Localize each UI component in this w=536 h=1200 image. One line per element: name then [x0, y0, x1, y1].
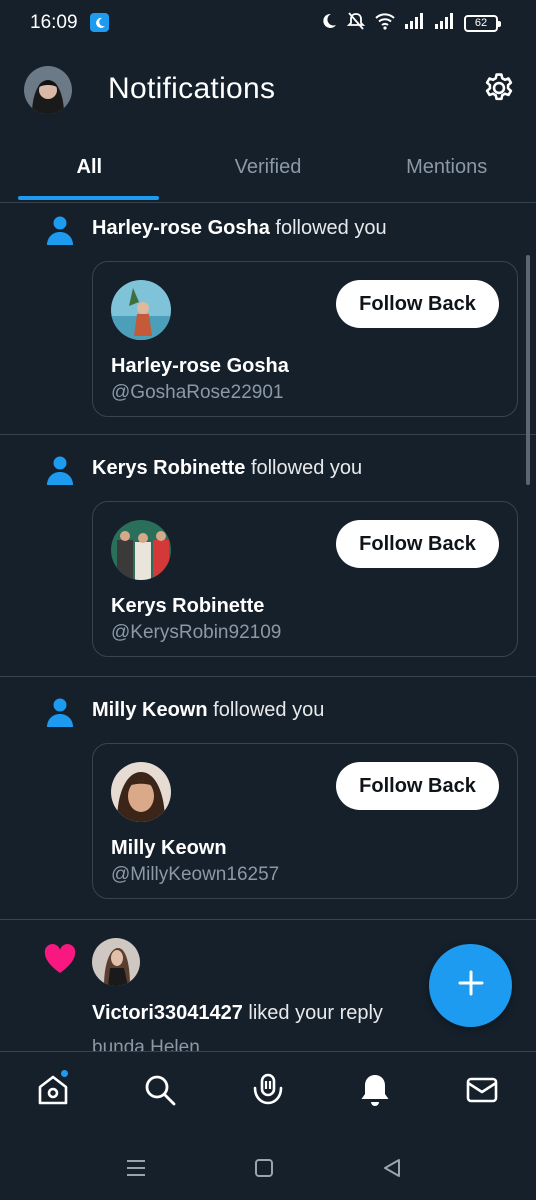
- actor-name[interactable]: Victori33041427: [92, 1002, 243, 1024]
- signal-icon: [404, 12, 426, 34]
- search-icon: [143, 1073, 177, 1112]
- person-icon: [45, 215, 75, 245]
- avatar[interactable]: [111, 520, 171, 580]
- card-display-name: Milly Keown: [111, 837, 227, 859]
- top-app-bar: Notifications: [0, 48, 536, 134]
- signal-icon: [434, 12, 456, 34]
- avatar[interactable]: [111, 280, 171, 340]
- nav-search[interactable]: [140, 1072, 180, 1112]
- status-icons: 62: [320, 11, 501, 36]
- moon-icon: [320, 12, 338, 35]
- actor-name[interactable]: Harley-rose Gosha: [92, 217, 270, 239]
- tab-all[interactable]: All: [0, 134, 179, 202]
- actor-name[interactable]: Milly Keown: [92, 699, 208, 721]
- notification-text: Milly Keown followed you: [92, 699, 324, 722]
- app-notification-icon: [90, 13, 109, 32]
- battery-icon: 62: [464, 14, 501, 32]
- compose-button[interactable]: [429, 944, 512, 1027]
- list-item[interactable]: Harley-rose Gosha followed you Follow Ba…: [0, 203, 536, 435]
- nav-notifications[interactable]: [355, 1072, 395, 1112]
- follow-back-button[interactable]: Follow Back: [336, 520, 499, 568]
- follow-back-button[interactable]: Follow Back: [336, 762, 499, 810]
- status-bar: 16:09 62: [0, 0, 536, 48]
- heart-icon: [44, 944, 76, 974]
- mail-icon: [465, 1075, 499, 1110]
- bell-icon: [358, 1072, 392, 1113]
- bottom-navigation: [0, 1051, 536, 1136]
- card-handle: @KerysRobin92109: [111, 622, 282, 643]
- nav-spaces[interactable]: [248, 1072, 288, 1112]
- tab-verified[interactable]: Verified: [179, 134, 358, 202]
- system-navigation-bar: [0, 1136, 536, 1200]
- page-title: Notifications: [108, 72, 276, 105]
- scrollbar[interactable]: [526, 255, 530, 485]
- actor-name[interactable]: Kerys Robinette: [92, 457, 245, 479]
- avatar[interactable]: [92, 938, 140, 986]
- notification-text: Victori33041427 liked your reply: [92, 1002, 383, 1025]
- card-display-name: Kerys Robinette: [111, 595, 265, 617]
- nav-home[interactable]: [33, 1068, 73, 1112]
- wifi-icon: [374, 12, 396, 35]
- nav-messages[interactable]: [462, 1072, 502, 1112]
- back-icon[interactable]: [380, 1156, 404, 1180]
- home-button-icon[interactable]: [252, 1156, 276, 1180]
- notification-text: Harley-rose Gosha followed you: [92, 217, 387, 240]
- action-text: followed you: [250, 457, 363, 479]
- action-text: followed you: [275, 217, 387, 239]
- profile-avatar[interactable]: [24, 66, 72, 114]
- card-handle: @GoshaRose22901: [111, 382, 284, 403]
- person-icon: [45, 697, 75, 727]
- list-item[interactable]: Milly Keown followed you Follow Back Mil…: [0, 677, 536, 920]
- reply-snippet: bunda Helen: [92, 1037, 200, 1051]
- notification-text: Kerys Robinette followed you: [92, 457, 362, 480]
- action-text: followed you: [213, 699, 325, 721]
- notification-tabs: All Verified Mentions: [0, 134, 536, 203]
- recents-icon[interactable]: [124, 1156, 148, 1180]
- plus-icon: [457, 969, 485, 1002]
- notifications-list[interactable]: Harley-rose Gosha followed you Follow Ba…: [0, 203, 536, 1051]
- user-card[interactable]: Follow Back Milly Keown @MillyKeown16257: [92, 743, 518, 899]
- person-icon: [45, 455, 75, 485]
- spaces-icon: [250, 1072, 286, 1113]
- follow-back-button[interactable]: Follow Back: [336, 280, 499, 328]
- user-card[interactable]: Follow Back Harley-rose Gosha @GoshaRose…: [92, 261, 518, 417]
- user-card[interactable]: Follow Back Kerys Robinette @KerysRobin9…: [92, 501, 518, 657]
- status-time: 16:09: [30, 12, 78, 33]
- list-item[interactable]: Kerys Robinette followed you Follow Back…: [0, 435, 536, 677]
- action-text: liked your reply: [248, 1002, 383, 1024]
- avatar[interactable]: [111, 762, 171, 822]
- gear-icon[interactable]: [482, 70, 516, 106]
- card-handle: @MillyKeown16257: [111, 864, 280, 885]
- home-badge: [59, 1068, 70, 1079]
- tab-mentions[interactable]: Mentions: [357, 134, 536, 202]
- mute-icon: [346, 11, 366, 36]
- card-display-name: Harley-rose Gosha: [111, 355, 289, 377]
